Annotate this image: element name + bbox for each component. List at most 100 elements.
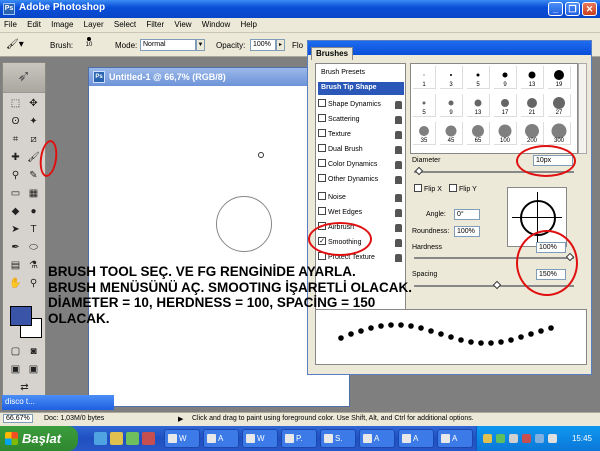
quick-mask-off-icon[interactable]: ▢ [7, 345, 24, 360]
checkbox[interactable] [318, 174, 326, 183]
brush-tip-cell[interactable]: 9 [440, 94, 463, 117]
brush-tip-shape-item[interactable]: Brush Tip Shape [318, 82, 404, 95]
path-selection-tool-icon[interactable]: ➤ [7, 223, 24, 238]
option-shape-dynamics[interactable]: Shape Dynamics [318, 99, 404, 112]
menu-select[interactable]: Select [110, 18, 140, 31]
flip-x-option[interactable]: Flip X [414, 184, 442, 196]
brush-tool-preset-icon[interactable]: 🖌▾ [6, 39, 26, 52]
menu-image[interactable]: Image [47, 18, 77, 31]
tray-icon[interactable] [535, 434, 544, 443]
brush-tip-cell[interactable]: 13 [467, 94, 490, 117]
menu-window[interactable]: Window [198, 18, 234, 31]
tray-icon[interactable] [483, 434, 492, 443]
brush-tip-cell[interactable]: 17 [494, 94, 517, 117]
brush-tip-cell[interactable]: 27 [548, 94, 571, 117]
flip-y-option[interactable]: Flip Y [449, 184, 477, 196]
flip-y-checkbox[interactable] [449, 184, 457, 193]
brush-tip-cell[interactable]: 300 [548, 122, 571, 145]
flip-x-checkbox[interactable] [414, 184, 422, 193]
diameter-slider-thumb[interactable] [414, 166, 424, 176]
move-tool-icon[interactable]: ✥ [25, 97, 42, 112]
type-tool-icon[interactable]: T [25, 223, 42, 238]
brush-tip-cell[interactable]: 21 [521, 94, 544, 117]
brush-tip-cell[interactable]: 19 [548, 66, 571, 89]
checkbox[interactable] [318, 192, 326, 201]
checkbox[interactable] [318, 144, 326, 153]
menu-layer[interactable]: Layer [80, 18, 108, 31]
option-scattering[interactable]: Scattering [318, 114, 404, 127]
mode-select[interactable]: Normal [140, 39, 196, 51]
tray-icon[interactable] [522, 434, 531, 443]
history-brush-tool-icon[interactable]: ✎ [25, 169, 42, 184]
brush-tip-cell[interactable]: 45 [440, 122, 463, 145]
pen-tool-icon[interactable]: ✒ [7, 241, 24, 256]
tray-icon[interactable] [496, 434, 505, 443]
dodge-tool-icon[interactable]: ● [25, 205, 42, 220]
quicklaunch-ie-icon[interactable] [94, 432, 107, 445]
checkbox[interactable] [318, 99, 326, 108]
task-button-7[interactable]: A [398, 429, 434, 448]
eyedropper-tool-icon[interactable]: ⚗ [25, 259, 42, 274]
menu-filter[interactable]: Filter [142, 18, 168, 31]
screen-mode-full-icon[interactable]: ▣ [25, 363, 42, 378]
brushes-tab[interactable]: Brushes [311, 47, 354, 60]
zoom-tool-icon[interactable]: ⚲ [25, 277, 42, 292]
hand-tool-icon[interactable]: ✋ [7, 277, 24, 292]
task-button-8[interactable]: A [437, 429, 473, 448]
menu-edit[interactable]: Edit [23, 18, 45, 31]
menu-help[interactable]: Help [236, 18, 260, 31]
jump-to-imageready-icon[interactable]: ⇄ [16, 381, 33, 396]
task-button-5[interactable]: S. [320, 429, 356, 448]
brush-tip-cell[interactable]: 3 [440, 66, 463, 89]
foreground-color-swatch[interactable] [10, 306, 32, 326]
option-texture[interactable]: Texture [318, 129, 404, 142]
menu-view[interactable]: View [170, 18, 195, 31]
checkbox[interactable] [318, 114, 326, 123]
gradient-tool-icon[interactable]: ▦ [25, 187, 42, 202]
slice-tool-icon[interactable]: ⧄ [25, 133, 42, 148]
task-button-4[interactable]: P. [281, 429, 317, 448]
brush-tip-cell[interactable]: 1 [413, 66, 436, 89]
brush-tip-cell[interactable]: 5 [413, 94, 436, 117]
brush-presets-item[interactable]: Brush Presets [318, 67, 404, 80]
brush-tip-cell[interactable]: 200 [521, 122, 544, 145]
brush-grid-scrollbar[interactable] [578, 63, 587, 154]
marquee-tool-icon[interactable]: ⬚ [7, 97, 24, 112]
checkbox[interactable] [318, 159, 326, 168]
menu-file[interactable]: File [0, 18, 21, 31]
lasso-tool-icon[interactable]: ʘ [7, 115, 24, 130]
magic-wand-tool-icon[interactable]: ✦ [25, 115, 42, 130]
checkbox[interactable] [318, 207, 326, 216]
tray-volume-icon[interactable] [548, 434, 557, 443]
option-other-dynamics[interactable]: Other Dynamics [318, 174, 404, 187]
tray-icon[interactable] [509, 434, 518, 443]
brush-tip-cell[interactable]: 65 [467, 122, 490, 145]
option-dual-brush[interactable]: Dual Brush [318, 144, 404, 157]
task-button-6[interactable]: A [359, 429, 395, 448]
option-color-dynamics[interactable]: Color Dynamics [318, 159, 404, 172]
blur-tool-icon[interactable]: ◆ [7, 205, 24, 220]
shape-tool-icon[interactable]: ⬭ [25, 241, 42, 256]
start-button[interactable]: Başlat [0, 426, 78, 451]
minimize-button[interactable]: _ [548, 2, 563, 16]
roundness-input[interactable]: 100% [454, 226, 480, 237]
quick-mask-on-icon[interactable]: ◙ [25, 345, 42, 360]
brush-tip-cell[interactable]: 5 [467, 66, 490, 89]
brush-tip-cell[interactable]: 13 [521, 66, 544, 89]
notes-tool-icon[interactable]: ▤ [7, 259, 24, 274]
option-wet-edges[interactable]: Wet Edges [318, 207, 404, 220]
clone-stamp-tool-icon[interactable]: ⚲ [7, 169, 24, 184]
opacity-arrow-icon[interactable]: ▸ [276, 39, 285, 51]
quicklaunch-media-icon[interactable] [126, 432, 139, 445]
close-button[interactable]: ✕ [582, 2, 597, 16]
zoom-field[interactable]: 66.67% [3, 414, 33, 423]
quicklaunch-app-icon[interactable] [142, 432, 155, 445]
brush-tip-cell[interactable]: 35 [413, 122, 436, 145]
task-button-2[interactable]: A [203, 429, 239, 448]
angle-input[interactable]: 0° [454, 209, 480, 220]
quicklaunch-folder-icon[interactable] [110, 432, 123, 445]
task-button-3[interactable]: W [242, 429, 278, 448]
checkbox[interactable] [318, 129, 326, 138]
opacity-input[interactable]: 100% [250, 39, 276, 51]
healing-tool-icon[interactable]: ✚ [7, 151, 24, 166]
